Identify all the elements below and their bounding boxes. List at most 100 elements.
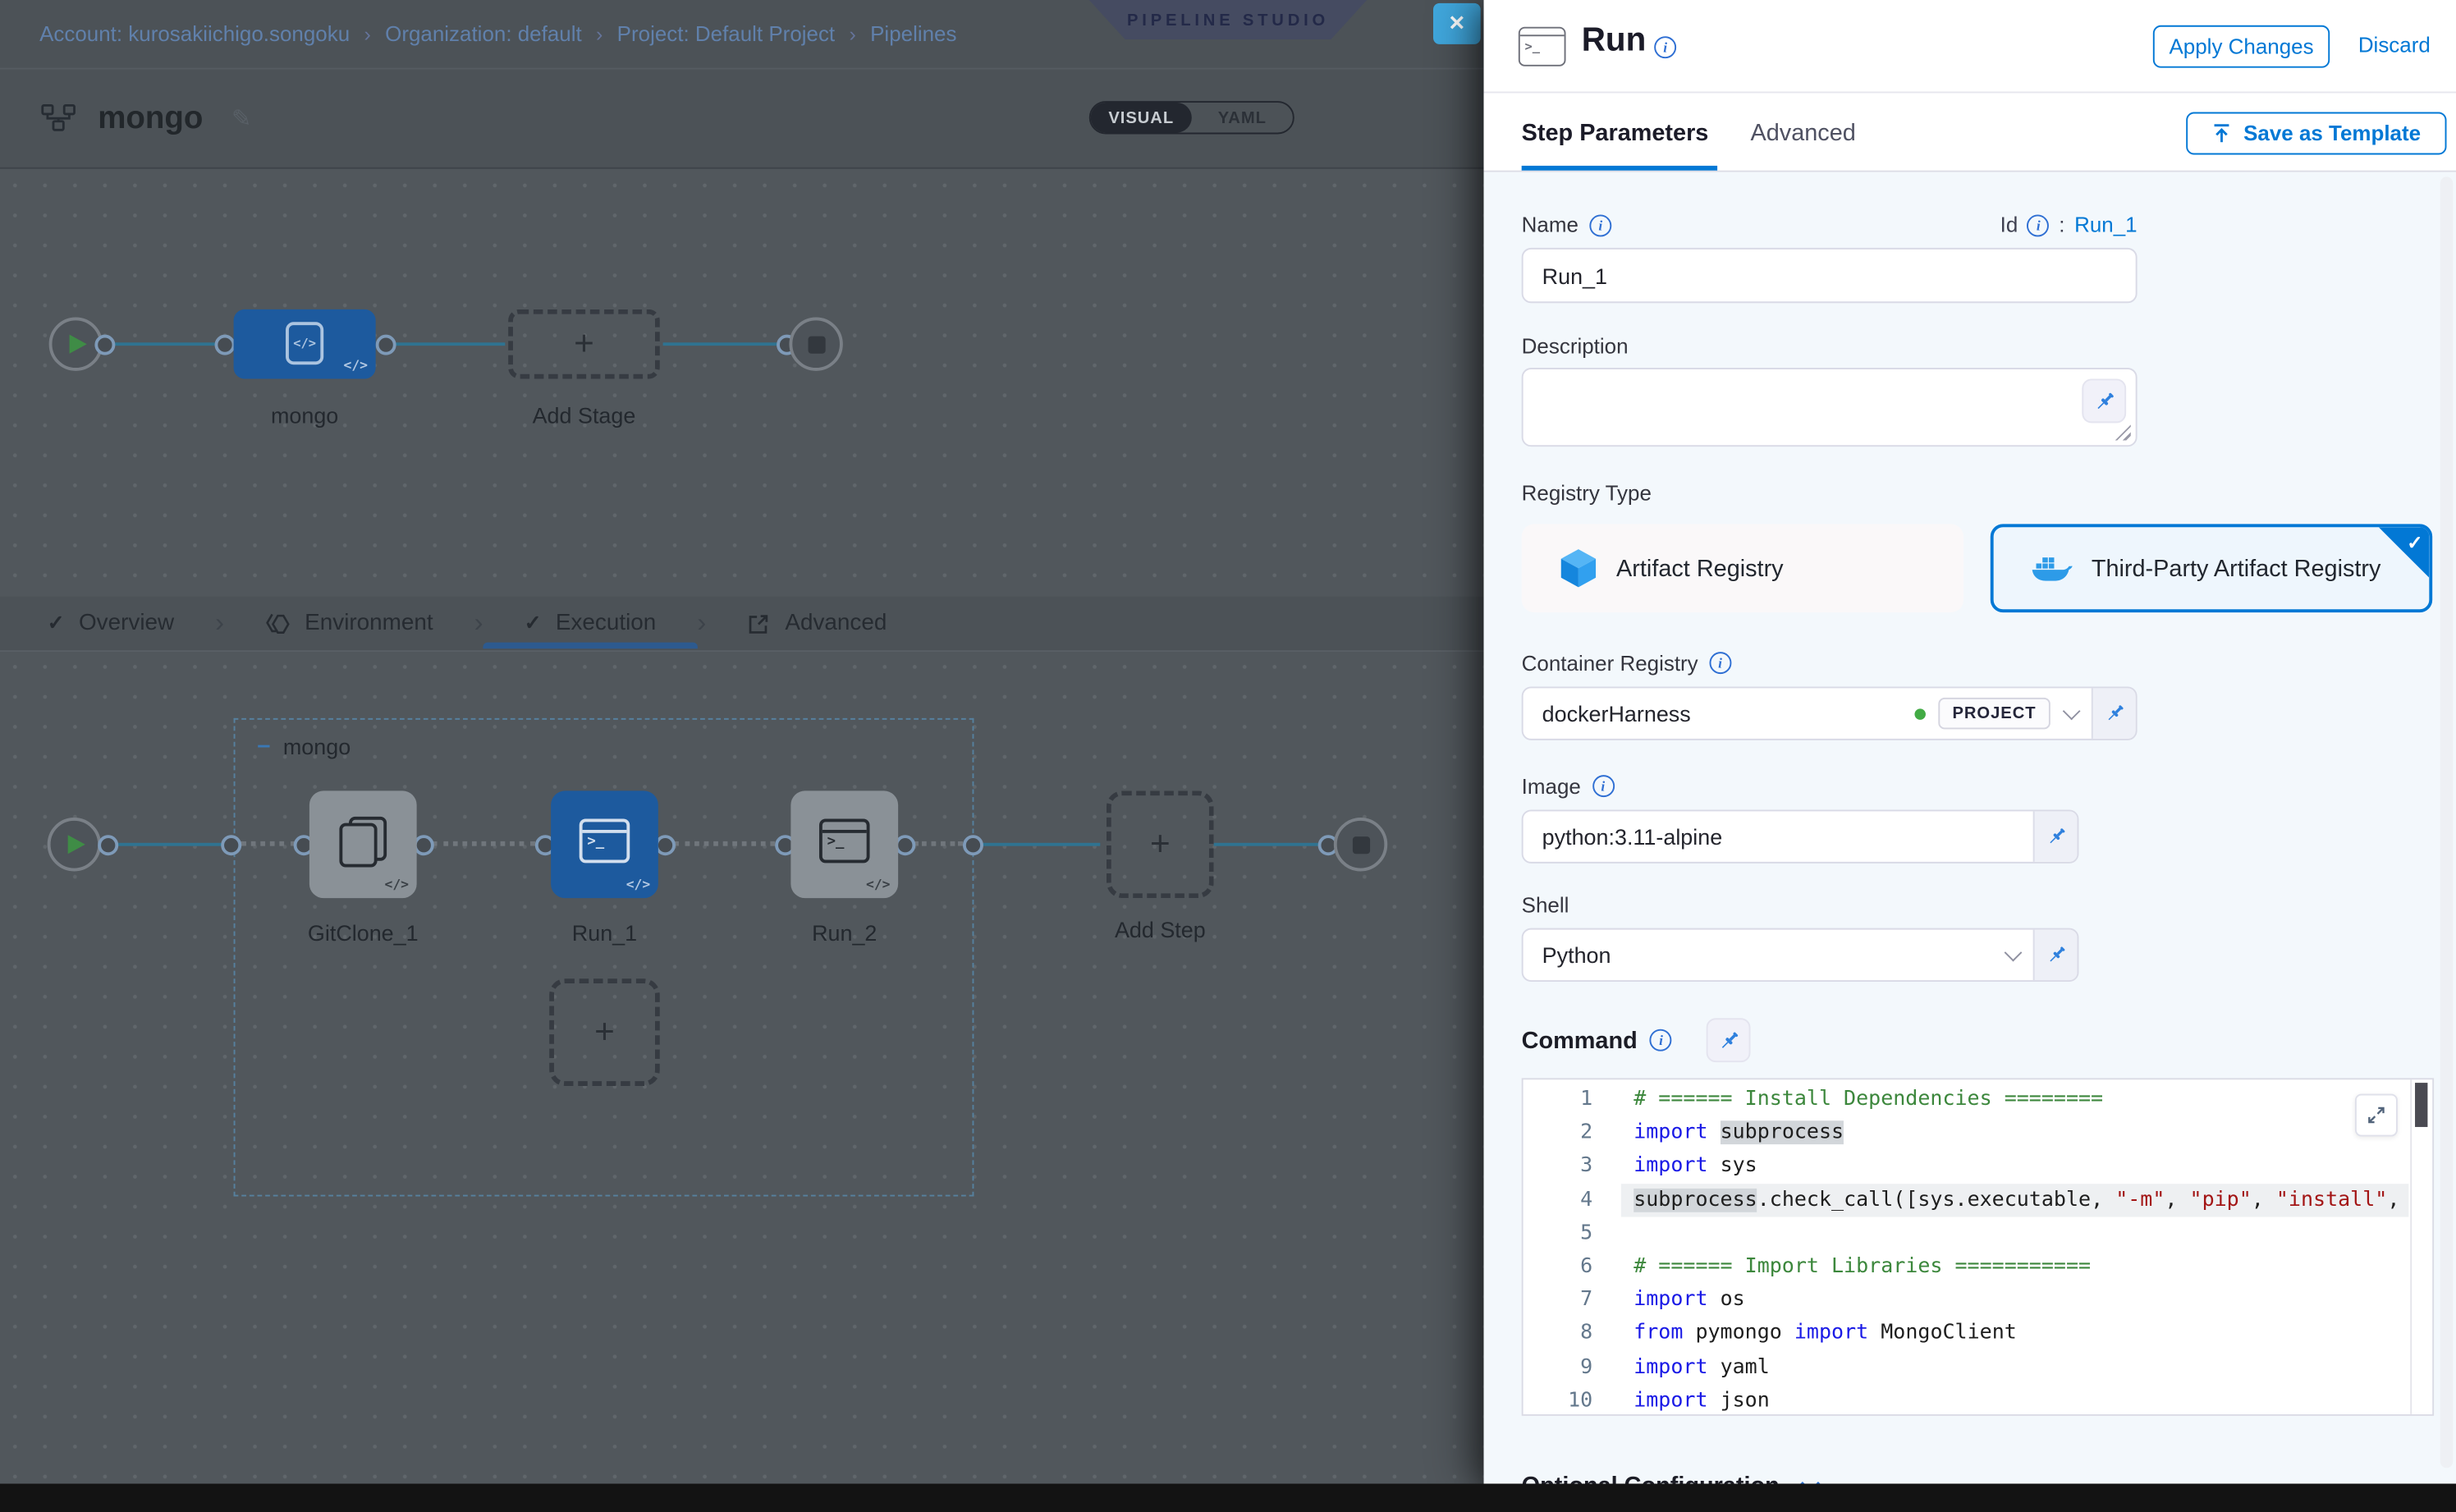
code-line[interactable]: 10import json [1524,1384,2433,1416]
apply-changes-button[interactable]: Apply Changes [2153,25,2330,68]
info-icon[interactable]: i [1709,652,1731,674]
code-line[interactable]: 3import sys [1524,1150,2433,1184]
resize-handle[interactable] [2115,424,2131,440]
chevron-down-icon[interactable] [2063,703,2081,721]
pipeline-icon [41,103,76,134]
code-badge: </> [344,358,369,373]
environment-icon [265,611,291,636]
tab-overview[interactable]: ✓ Overview [48,611,174,636]
pin-runtime-input-button[interactable] [2033,930,2078,981]
expand-editor-button[interactable] [2355,1094,2398,1137]
pin-runtime-input-button[interactable] [2082,378,2126,423]
breadcrumb-organization[interactable]: Organization: default [385,22,582,46]
save-as-template-label: Save as Template [2243,121,2421,145]
step-group-mongo: – mongo [234,718,974,1197]
toggle-yaml[interactable]: YAML [1192,103,1293,133]
group-name: mongo [283,733,351,758]
info-icon[interactable]: i [1589,214,1611,236]
collapse-icon[interactable]: – [257,732,270,759]
close-studio-button[interactable]: ✕ [1433,3,1481,44]
command-label: Command [1522,1027,1638,1054]
panel-title: Run [1582,22,1647,60]
discard-button[interactable]: Discard [2358,33,2431,57]
artifact-registry-icon [1560,548,1597,589]
info-icon[interactable]: i [1654,36,1676,58]
info-icon[interactable]: i [1650,1029,1672,1052]
tab-label: Overview [79,611,174,636]
chevron-right-icon: › [474,607,483,639]
name-label: Name i [1522,214,1612,236]
shell-select[interactable]: Python [1522,928,2079,982]
step-node-run-2[interactable]: >_ </> [790,790,898,898]
ci-stage-icon: </> [286,322,323,364]
check-icon: ✓ [48,611,65,636]
image-label: Image i [1522,775,2456,797]
pin-runtime-input-button[interactable] [1707,1018,1751,1062]
chevron-down-icon[interactable] [1801,1473,1821,1483]
step-label: GitClone_1 [308,920,419,946]
breadcrumb-project[interactable]: Project: Default Project [617,22,835,46]
execution-start-node [48,818,101,871]
connector-port [962,834,983,855]
tab-advanced[interactable]: Advanced [747,611,887,636]
plus-icon: + [574,323,594,364]
code-line[interactable]: 9import yaml [1524,1350,2433,1384]
pin-runtime-input-button[interactable] [2033,811,2078,862]
description-textarea[interactable] [1522,368,2138,447]
code-line[interactable]: 5 [1524,1216,2433,1250]
registry-type-options: Artifact Registry Third-Party Artifact R… [1522,524,2456,612]
editor-scrollbar[interactable] [2410,1079,2432,1414]
code-line[interactable]: 2import subprocess [1524,1116,2433,1150]
toggle-visual[interactable]: VISUAL [1091,103,1192,133]
expand-icon [2366,1105,2386,1125]
pipeline-studio-badge: PIPELINE STUDIO [1089,0,1367,39]
connector-port [97,834,117,855]
scrollbar-thumb[interactable] [2415,1083,2427,1127]
registry-option-third-party[interactable]: Third-Party Artifact Registry ✓ [1991,524,2432,612]
stop-icon [808,336,825,353]
stage-node-mongo[interactable]: </> </> [234,309,376,379]
add-stage-button[interactable]: + [508,309,660,379]
code-line[interactable]: 8from pymongo import MongoClient [1524,1317,2433,1350]
breadcrumb-separator: › [849,22,855,46]
edit-pipeline-icon[interactable]: ✎ [231,104,251,133]
name-input[interactable]: Run_1 [1522,248,2138,303]
code-line[interactable]: 7import os [1524,1284,2433,1317]
chevron-down-icon[interactable] [2005,944,2023,962]
status-dot [1914,708,1925,718]
step-node-run-1[interactable]: >_ </> [551,790,658,898]
breadcrumb-pipelines[interactable]: Pipelines [870,22,956,46]
info-icon[interactable]: i [1592,775,1614,797]
git-clone-icon [339,817,387,868]
code-line[interactable]: 1# ====== Install Dependencies ======== [1524,1083,2433,1116]
connector [982,842,1100,845]
container-registry-input[interactable]: dockerHarness PROJECT [1522,686,2138,740]
save-as-template-button[interactable]: Save as Template [2186,112,2446,155]
add-step-button[interactable]: + [1107,790,1214,898]
command-editor[interactable]: 1# ====== Install Dependencies ========2… [1522,1078,2434,1416]
docker-icon [2032,552,2073,584]
image-value: python:3.11-alpine [1542,824,2018,850]
tab-environment[interactable]: Environment [265,611,433,636]
step-config-panel: >_ Run i Apply Changes Discard Step Para… [1484,0,2456,1484]
tab-advanced[interactable]: Advanced [1750,120,1855,147]
code-line[interactable]: 4subprocess.check_call([sys.executable, … [1524,1183,2433,1216]
add-parallel-step-button[interactable]: + [549,978,660,1086]
pin-runtime-input-button[interactable] [2092,688,2136,739]
registry-option-artifact-registry[interactable]: Artifact Registry [1522,524,1963,612]
bottom-bar [0,1484,2456,1512]
tab-execution[interactable]: ✓ Execution [525,611,657,636]
panel-scrollbar[interactable] [2440,176,2453,1468]
execution-canvas: – mongo [0,652,1484,1483]
step-node-gitclone-1[interactable]: </> [309,790,417,898]
optional-configuration-toggle[interactable]: Optional Configuration [1522,1473,2456,1483]
code-line[interactable]: 6# ====== Import Libraries =========== [1524,1250,2433,1284]
upload-icon [2212,123,2233,144]
tab-step-parameters[interactable]: Step Parameters [1522,120,1709,147]
id-value[interactable]: Run_1 [2074,213,2138,237]
terminal-icon: >_ [580,819,630,864]
step-group-label[interactable]: – mongo [257,732,351,759]
image-input[interactable]: python:3.11-alpine [1522,809,2079,863]
info-icon[interactable]: i [2028,214,2050,236]
breadcrumb-account[interactable]: Account: kurosakiichigo.songoku [39,22,350,46]
